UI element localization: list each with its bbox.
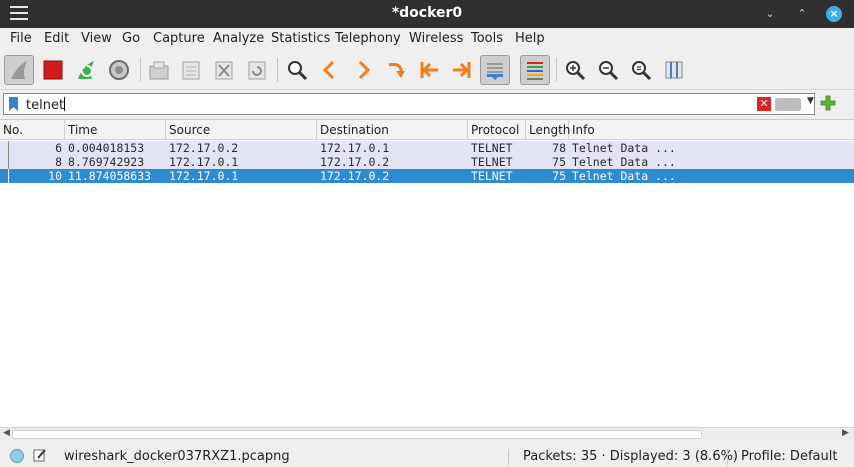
cell-source: 172.17.0.2 xyxy=(169,141,239,155)
zoom-in-icon[interactable] xyxy=(560,55,590,85)
save-icon[interactable] xyxy=(176,55,206,85)
close-file-icon[interactable] xyxy=(209,55,239,85)
cell-source: 172.17.0.1 xyxy=(169,169,239,183)
back-icon[interactable] xyxy=(315,55,345,85)
scroll-right-icon[interactable]: ▶ xyxy=(842,428,849,438)
cell-time: 11.874058633 xyxy=(68,169,152,183)
column-header-length[interactable]: Length xyxy=(526,120,570,140)
menu-analyze[interactable]: Analyze xyxy=(213,31,264,46)
menu-file[interactable]: File xyxy=(10,31,32,46)
cell-destination: 172.17.0.2 xyxy=(320,169,390,183)
apply-filter-arrow-icon[interactable] xyxy=(775,98,801,111)
packet-list-header: No. Time Source Destination Protocol Len… xyxy=(0,120,854,140)
last-packet-icon[interactable] xyxy=(447,55,477,85)
packet-count-status: Packets: 35 · Displayed: 3 (8.6%) xyxy=(523,449,739,464)
cell-no: 6 xyxy=(55,141,62,155)
restart-icon[interactable] xyxy=(71,55,101,85)
zoom-out-icon[interactable] xyxy=(593,55,623,85)
display-filter-bar: telnet ✕ ▼ xyxy=(0,91,854,117)
resize-columns-icon[interactable] xyxy=(659,55,689,85)
cell-source: 172.17.0.1 xyxy=(169,155,239,169)
cell-info: Telnet Data ... xyxy=(572,169,676,183)
cell-protocol: TELNET xyxy=(471,155,513,169)
options-gear-icon[interactable] xyxy=(104,55,134,85)
cell-time: 8.769742923 xyxy=(68,155,145,169)
menu-statistics[interactable]: Statistics xyxy=(271,31,330,46)
open-folder-icon[interactable] xyxy=(144,55,174,85)
horizontal-scrollbar[interactable]: ◀ ▶ xyxy=(0,427,854,440)
menu-bar: File Edit View Go Capture Analyze Statis… xyxy=(0,28,854,50)
menu-telephony[interactable]: Telephony xyxy=(335,31,401,46)
filter-text: telnet xyxy=(26,98,65,113)
go-to-packet-icon[interactable] xyxy=(381,55,411,85)
cell-no: 10 xyxy=(48,169,62,183)
cell-length: 78 xyxy=(552,141,566,155)
cell-protocol: TELNET xyxy=(471,169,513,183)
menu-help[interactable]: Help xyxy=(515,31,545,46)
expert-info-led-icon[interactable] xyxy=(10,449,24,463)
restore-icon[interactable]: ⌃ xyxy=(794,6,810,22)
colorize-icon[interactable] xyxy=(520,55,550,85)
add-filter-button-icon[interactable] xyxy=(820,95,836,111)
scrollbar-thumb[interactable] xyxy=(12,430,702,439)
menu-capture[interactable]: Capture xyxy=(153,31,205,46)
menu-edit[interactable]: Edit xyxy=(44,31,69,46)
menu-tools[interactable]: Tools xyxy=(471,31,503,46)
window-title: *docker0 xyxy=(391,5,463,21)
packet-row[interactable]: 6 0.004018153 172.17.0.2 172.17.0.1 TELN… xyxy=(0,141,854,155)
scroll-left-icon[interactable]: ◀ xyxy=(3,428,10,438)
display-filter-input[interactable]: telnet ✕ ▼ xyxy=(3,93,815,115)
column-header-no[interactable]: No. xyxy=(0,120,65,140)
cell-no: 8 xyxy=(55,155,62,169)
cell-destination: 172.17.0.1 xyxy=(320,141,390,155)
column-header-source[interactable]: Source xyxy=(166,120,317,140)
profile-status[interactable]: Profile: Default xyxy=(741,449,837,464)
clear-filter-icon[interactable]: ✕ xyxy=(757,97,771,111)
menu-wireless[interactable]: Wireless xyxy=(409,31,463,46)
reload-icon[interactable] xyxy=(242,55,272,85)
minimize-icon[interactable]: ⌄ xyxy=(762,6,778,22)
filter-history-dropdown-icon[interactable]: ▼ xyxy=(807,96,814,106)
column-header-info[interactable]: Info xyxy=(569,120,854,140)
packet-row-selected[interactable]: 10 11.874058633 172.17.0.1 172.17.0.2 TE… xyxy=(0,169,854,183)
column-header-protocol[interactable]: Protocol xyxy=(468,120,526,140)
cell-length: 75 xyxy=(552,169,566,183)
packet-row[interactable]: 8 8.769742923 172.17.0.1 172.17.0.2 TELN… xyxy=(0,155,854,169)
cell-protocol: TELNET xyxy=(471,141,513,155)
cell-destination: 172.17.0.2 xyxy=(320,155,390,169)
stop-icon[interactable] xyxy=(38,55,68,85)
first-packet-icon[interactable] xyxy=(414,55,444,85)
cell-time: 0.004018153 xyxy=(68,141,145,155)
cell-length: 75 xyxy=(552,155,566,169)
cell-info: Telnet Data ... xyxy=(572,141,676,155)
capture-comment-icon[interactable] xyxy=(33,448,47,462)
shark-fin-icon[interactable] xyxy=(4,55,34,85)
main-toolbar xyxy=(0,50,854,90)
cell-info: Telnet Data ... xyxy=(572,155,676,169)
title-bar: *docker0 ⌄ ⌃ × xyxy=(0,0,854,28)
menu-go[interactable]: Go xyxy=(122,31,140,46)
capture-file-name: wireshark_docker037RXZ1.pcapng xyxy=(64,449,290,464)
forward-icon[interactable] xyxy=(348,55,378,85)
menu-view[interactable]: View xyxy=(81,31,112,46)
status-bar: wireshark_docker037RXZ1.pcapng Packets: … xyxy=(0,445,854,467)
close-icon[interactable]: × xyxy=(826,6,842,22)
autoscroll-icon[interactable] xyxy=(480,55,510,85)
column-header-destination[interactable]: Destination xyxy=(317,120,468,140)
zoom-reset-icon[interactable] xyxy=(626,55,656,85)
bookmark-icon[interactable] xyxy=(9,97,18,111)
column-header-time[interactable]: Time xyxy=(65,120,166,140)
packet-list: No. Time Source Destination Protocol Len… xyxy=(0,119,854,427)
find-icon[interactable] xyxy=(282,55,312,85)
